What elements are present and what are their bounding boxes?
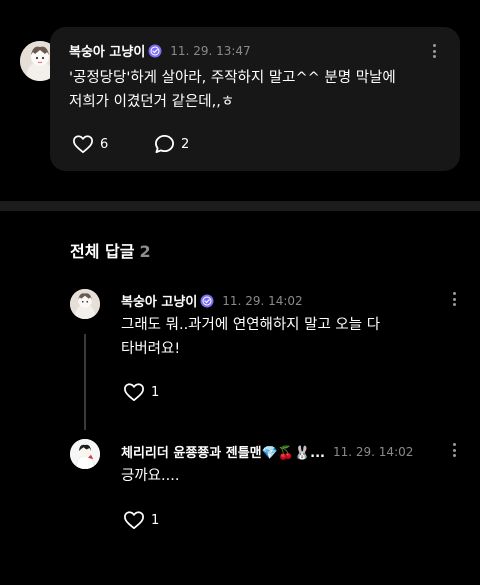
thread-line bbox=[84, 334, 86, 430]
avatar[interactable] bbox=[70, 289, 100, 319]
post-text-line: 저희가 이겼던거 같은데,,ㅎ bbox=[69, 94, 235, 110]
reply-like-count: 1 bbox=[151, 512, 160, 528]
post-like-count: 6 bbox=[100, 136, 109, 152]
post-comment-count: 2 bbox=[181, 136, 190, 152]
reply-time: 11. 29. 14:02 bbox=[222, 293, 303, 308]
reply-like-count: 1 bbox=[151, 384, 160, 400]
post-comment-button[interactable]: 2 bbox=[154, 134, 189, 154]
verified-badge-icon bbox=[148, 44, 162, 57]
reply-like-button[interactable]: 1 bbox=[123, 510, 159, 530]
reply-header: 체리리더 윤쭁쭁과 젠틀맨💎🍒🐰... 11. 29. 14:02 bbox=[121, 442, 414, 462]
heart-icon bbox=[73, 135, 93, 154]
verified-badge-icon bbox=[200, 294, 214, 307]
reply-author[interactable]: 복숭아 고냥이 bbox=[121, 291, 197, 310]
reply-header: 복숭아 고냥이 11. 29. 14:02 bbox=[121, 291, 303, 311]
post-time: 11. 29. 13:47 bbox=[170, 43, 251, 58]
heart-icon bbox=[124, 383, 144, 402]
reply-text-line: 긍까요.... bbox=[121, 468, 180, 484]
post-header: 복숭아 고냥이 11. 29. 13:47 bbox=[69, 41, 251, 61]
reply-text-line: 그래도 뭐..과거에 연연해하지 말고 오늘 다 bbox=[121, 317, 381, 333]
reply-time: 11. 29. 14:02 bbox=[333, 444, 414, 459]
reply-author[interactable]: 체리리더 윤쭁쭁과 젠틀맨💎🍒🐰... bbox=[121, 442, 325, 461]
section-divider bbox=[0, 201, 480, 211]
more-options-icon[interactable] bbox=[448, 441, 460, 459]
post-like-button[interactable]: 6 bbox=[72, 134, 108, 154]
reply-thread-screen: 복숭아 고냥이 11. 29. 13:47 '공정당당'하게 살아라, 주작하지… bbox=[0, 0, 480, 585]
comment-icon bbox=[155, 135, 174, 153]
reply-body: 긍까요.... bbox=[121, 464, 441, 488]
replies-count: 2 bbox=[139, 242, 151, 261]
post-text-line: '공정당당'하게 살아라, 주작하지 말고^^ 분명 막날에 bbox=[69, 70, 396, 86]
more-options-icon[interactable] bbox=[448, 290, 460, 308]
post-author[interactable]: 복숭아 고냥이 bbox=[69, 41, 145, 60]
replies-title: 전체 답글 bbox=[70, 242, 135, 261]
reply-body: 그래도 뭐..과거에 연연해하지 말고 오늘 다 타버려요! bbox=[121, 313, 441, 361]
avatar[interactable] bbox=[70, 439, 100, 469]
more-options-icon[interactable] bbox=[428, 42, 440, 60]
replies-header: 전체 답글 2 bbox=[70, 238, 151, 262]
heart-icon bbox=[124, 511, 144, 530]
reply-text-line: 타버려요! bbox=[121, 341, 181, 357]
post-body: '공정당당'하게 살아라, 주작하지 말고^^ 분명 막날에 저희가 이겼던거 … bbox=[69, 66, 449, 114]
reply-like-button[interactable]: 1 bbox=[123, 382, 159, 402]
